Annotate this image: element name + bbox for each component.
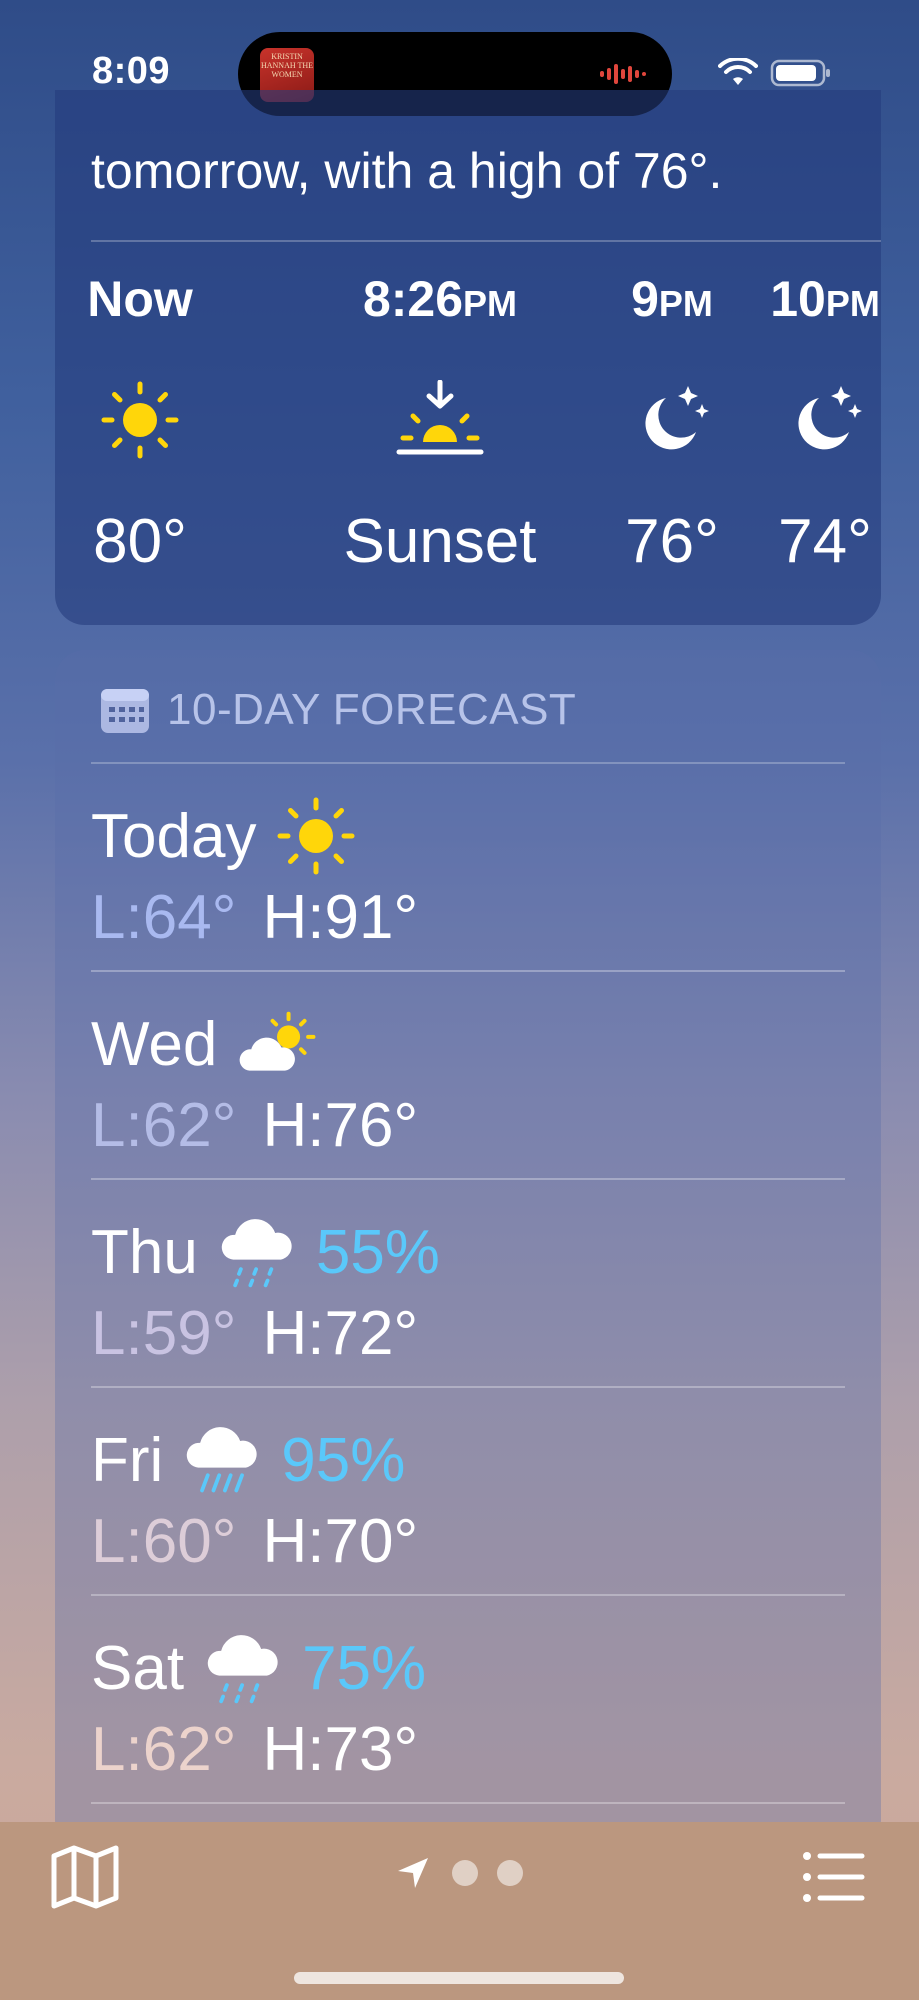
hour-label: 8:26PM: [362, 271, 518, 327]
battery-icon: [770, 59, 830, 87]
hour-item: Now 80°: [50, 270, 230, 577]
hour-label: 10PM: [770, 271, 880, 327]
sunset-icon: [295, 380, 585, 460]
forecast-row-wed[interactable]: Wed L:62° H:76°: [91, 972, 845, 1180]
forecast-header-label: 10-DAY FORECAST: [167, 685, 577, 734]
bottom-toolbar: [0, 1822, 919, 2000]
forecast-row-today[interactable]: Today L:64° H:91°: [91, 764, 845, 972]
day-name: Fri: [91, 1425, 164, 1495]
day-name: Today: [91, 801, 257, 871]
sun-icon: [276, 796, 356, 876]
location-arrow-icon[interactable]: [396, 1856, 430, 1890]
ten-day-forecast-card[interactable]: 10-DAY FORECAST Today L:64° H:91° Wed L:…: [55, 650, 881, 1850]
list-icon[interactable]: [802, 1850, 866, 1904]
divider: [91, 1802, 845, 1804]
album-art-text: KRISTIN HANNAH THE WOMEN: [260, 52, 314, 79]
low-temperature: L:64°: [91, 883, 237, 952]
partly-cloudy-icon: [237, 1004, 317, 1084]
page-dot[interactable]: [452, 1860, 478, 1886]
precip-chance: 75%: [302, 1633, 427, 1703]
page-dot[interactable]: [497, 1860, 523, 1886]
forecast-row-sat[interactable]: Sat 75% L:62° H:73°: [91, 1596, 845, 1804]
high-temperature: H:73°: [262, 1715, 419, 1784]
low-temperature: L:62°: [91, 1091, 237, 1160]
cloud-rain-icon: [183, 1420, 263, 1500]
day-name: Wed: [91, 1009, 218, 1079]
hour-label: Now: [87, 271, 193, 327]
low-temperature: L:62°: [91, 1715, 237, 1784]
hour-item: 10PM 74°: [735, 270, 915, 577]
forecast-row-fri[interactable]: Fri 95% L:60° H:70°: [91, 1388, 845, 1596]
cloud-drizzle-icon: [218, 1212, 298, 1292]
hourly-forecast-card[interactable]: tomorrow, with a high of 76°. Now 80° 8:…: [55, 90, 881, 625]
low-temperature: L:59°: [91, 1299, 237, 1368]
high-temperature: H:91°: [262, 883, 419, 952]
day-name: Thu: [91, 1217, 198, 1287]
map-icon[interactable]: [50, 1842, 120, 1912]
sun-icon: [50, 380, 230, 460]
low-temperature: L:60°: [91, 1507, 237, 1576]
calendar-icon: [101, 689, 149, 733]
hour-temperature: 80°: [93, 507, 187, 576]
home-indicator[interactable]: [294, 1972, 624, 1984]
cloud-drizzle-icon: [204, 1628, 284, 1708]
day-name: Sat: [91, 1633, 185, 1703]
hour-temperature: Sunset: [343, 507, 537, 576]
high-temperature: H:76°: [262, 1091, 419, 1160]
forecast-row-thu[interactable]: Thu 55% L:59° H:72°: [91, 1180, 845, 1388]
hour-item: 8:26PM Sunset: [295, 270, 585, 577]
hour-temperature: 74°: [778, 507, 872, 576]
precip-chance: 95%: [281, 1425, 406, 1495]
high-temperature: H:70°: [262, 1507, 419, 1576]
precip-chance: 55%: [315, 1217, 440, 1287]
divider: [91, 240, 881, 242]
wifi-icon: [718, 58, 758, 85]
forecast-header: 10-DAY FORECAST: [99, 680, 576, 740]
high-temperature: H:72°: [262, 1299, 419, 1368]
forecast-summary: tomorrow, with a high of 76°.: [91, 143, 723, 199]
audio-waveform-icon: [600, 64, 646, 84]
moon-stars-icon: [735, 380, 915, 460]
status-time: 8:09: [92, 50, 171, 92]
